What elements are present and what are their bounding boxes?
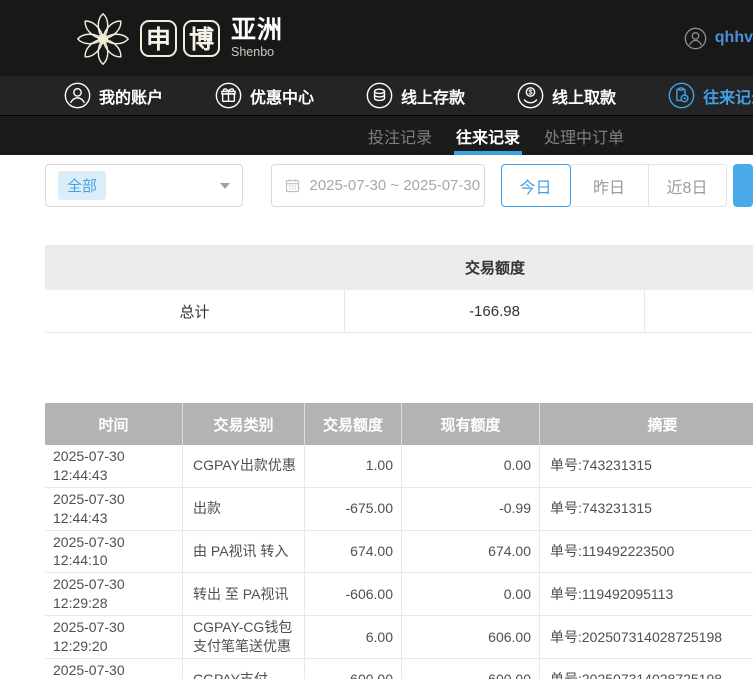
yesterday-button[interactable]: 昨日 [570, 164, 649, 207]
cell-type: 转出 至 PA视讯 [183, 573, 305, 616]
user-icon [64, 82, 91, 109]
cell-balance: 600.00 [402, 658, 540, 679]
cell-time: 2025-07-30 12:29:20 [45, 658, 183, 679]
today-button[interactable]: 今日 [500, 164, 571, 207]
cell-summary: 单号:202507314028725198 [540, 659, 753, 679]
summary-empty-cell [645, 290, 753, 332]
column-header-summary: 摘要 [647, 416, 678, 434]
logo-region-cn: 亚洲 [231, 15, 284, 44]
cell-amount: -675.00 [305, 487, 402, 530]
nav-item-label: 线上取款 [552, 89, 617, 107]
table-row: 2025-07-30 12:44:10 由 PA视讯 转入 674.00 674.00… [45, 530, 753, 574]
nav-item-my-account[interactable]: 我的账户 [64, 82, 163, 109]
cell-time: 2025-07-30 12:29:20 [45, 616, 183, 658]
cell-type: 由 PA视讯 转入 [183, 530, 305, 573]
cell-summary: 单号:119492223500 [550, 543, 675, 559]
nav-item-transactions[interactable]: 往来记录 [668, 82, 753, 109]
summary-table: 交易额度 总计 -166.98 [45, 245, 753, 333]
withdraw-coin-icon: $ [517, 82, 544, 109]
record-tabs: 投注记录 往来记录 处理中订单 [0, 116, 753, 155]
column-header-type: 交易类别 [183, 403, 305, 445]
cell-amount: 600.00 [305, 658, 402, 679]
logo-region: 亚洲 Shenbo [231, 15, 284, 59]
username[interactable]: qhhv [715, 29, 753, 47]
table-row: 2025-07-30 12:44:43 CGPAY出款优惠 1.00 0.00 单号:7… [45, 445, 753, 488]
column-header-amount: 交易额度 [305, 403, 402, 445]
cell-amount: 6.00 [305, 616, 402, 658]
cell-summary: 单号:743231315 [550, 457, 652, 474]
cell-type: CGPAY出款优惠 [183, 445, 305, 487]
cell-balance: 0.00 [402, 573, 540, 616]
cell-summary: 单号:119492095113 [550, 585, 674, 602]
nav-item-label: 线上存款 [401, 89, 466, 107]
cell-amount: -606.00 [305, 573, 402, 616]
quick-range-group: 今日 昨日 近8日 [500, 164, 727, 207]
last-8-days-button[interactable]: 近8日 [648, 164, 727, 207]
type-select-value: 全部 [58, 171, 107, 200]
user-menu[interactable]: qhhv [684, 0, 753, 76]
nav-item-promotions[interactable]: 优惠中心 [215, 82, 314, 109]
tab-betting-records[interactable]: 投注记录 [368, 116, 432, 155]
cell-amount: 1.00 [305, 445, 402, 487]
avatar-icon [684, 27, 707, 49]
table-row: 2025-07-30 12:44:43 出款 -675.00 -0.99 单号:7432… [45, 487, 753, 531]
logo-char-box: 博 [183, 19, 220, 57]
cell-summary: 单号:743231315 [550, 500, 652, 517]
filter-bar: 全部 2025-07-30 ~ 2025-07-30 今日 昨日 近8日 [45, 164, 753, 207]
summary-total-row: 总计 -166.98 [45, 290, 753, 333]
summary-total-label: 总计 [45, 290, 345, 332]
cell-type: 出款 [183, 487, 305, 530]
column-header-time: 时间 [45, 403, 183, 445]
chevron-down-icon [219, 182, 230, 189]
table-row: 2025-07-30 12:29:28 转出 至 PA视讯 -606.00 0.00 单… [45, 573, 753, 617]
brand-logo: 申 博 亚洲 Shenbo [72, 7, 283, 69]
cell-type: CGPAY支付 [183, 658, 305, 679]
nav-item-label: 优惠中心 [250, 89, 315, 107]
cell-time: 2025-07-30 12:44:10 [45, 530, 183, 573]
top-header: 申 博 亚洲 Shenbo qhhv [0, 0, 753, 76]
nav-item-label: 我的账户 [99, 89, 164, 107]
cell-summary: 单号:202507314028725198 [550, 628, 723, 645]
svg-text:$: $ [529, 87, 533, 96]
transactions-table: 时间 交易类别 交易额度 现有额度 摘要 2025-07-30 12:44:43… [45, 403, 753, 679]
date-range-input[interactable]: 2025-07-30 ~ 2025-07-30 [270, 164, 485, 207]
search-button[interactable] [732, 164, 753, 207]
logo-char-box: 申 [140, 19, 177, 57]
cell-balance: 606.00 [402, 616, 540, 658]
logo-region-en: Shenbo [231, 44, 275, 59]
nav-item-deposit[interactable]: 线上存款 [366, 82, 465, 109]
transactions-header: 时间 交易类别 交易额度 现有额度 摘要 [45, 403, 753, 445]
cell-balance: -0.99 [402, 487, 540, 530]
deposit-coins-icon [366, 82, 393, 109]
tab-transaction-records[interactable]: 往来记录 [454, 116, 523, 155]
cell-balance: 674.00 [402, 530, 540, 573]
flower-logo-icon [76, 12, 130, 66]
cell-time: 2025-07-30 12:29:28 [45, 573, 183, 616]
transactions-body: 2025-07-30 12:44:43 CGPAY出款优惠 1.00 0.00 单号:7… [45, 445, 753, 679]
type-select[interactable]: 全部 [45, 164, 243, 207]
column-header-balance: 现有额度 [402, 403, 540, 445]
table-row: 2025-07-30 12:29:20 CGPAY-CG钱包支付笔笔送优惠 6.00… [45, 616, 753, 659]
nav-item-label: 往来记录 [703, 89, 753, 107]
calendar-icon [285, 179, 299, 193]
summary-header: 交易额度 [45, 245, 753, 290]
records-clipboard-icon [668, 82, 695, 109]
tab-processing-orders[interactable]: 处理中订单 [544, 116, 624, 155]
date-range-value: 2025-07-30 ~ 2025-07-30 [309, 177, 481, 194]
gift-icon [215, 82, 242, 109]
cell-time: 2025-07-30 12:44:43 [45, 445, 183, 487]
summary-total-value: -166.98 [345, 290, 645, 332]
cell-type: CGPAY-CG钱包支付笔笔送优惠 [183, 616, 305, 658]
cell-amount: 674.00 [305, 530, 402, 573]
table-row: 2025-07-30 12:29:20CGPAY支付600.00600.00单号… [45, 658, 753, 679]
cell-balance: 0.00 [402, 445, 540, 487]
cell-time: 2025-07-30 12:44:43 [45, 487, 183, 530]
main-nav: 我的账户 优惠中心 线上存款 $ 线上取款 往来记 [0, 76, 753, 116]
nav-item-withdraw[interactable]: $ 线上取款 [517, 82, 616, 109]
summary-header-label: 交易额度 [464, 260, 525, 277]
